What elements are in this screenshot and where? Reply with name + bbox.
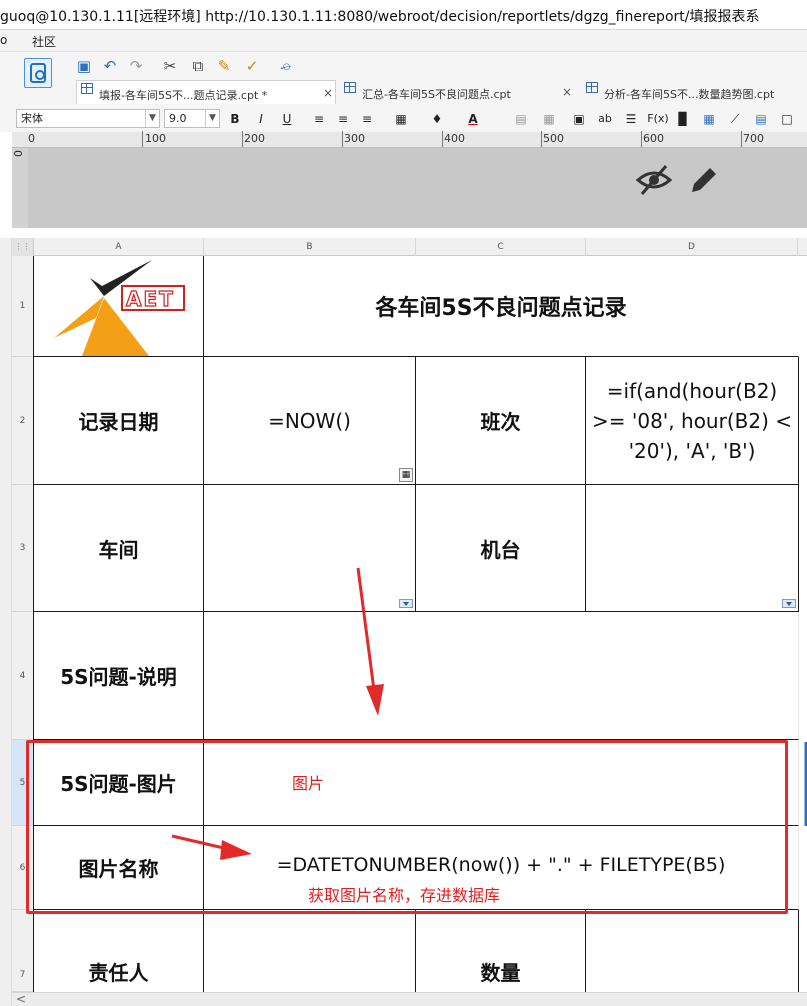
scroll-left-icon[interactable]: < — [16, 992, 26, 1006]
annotation-arrows — [171, 567, 807, 860]
arrow-icon — [356, 567, 384, 716]
arrow-icon — [171, 834, 252, 860]
horizontal-scrollbar[interactable]: < — [12, 992, 807, 1006]
